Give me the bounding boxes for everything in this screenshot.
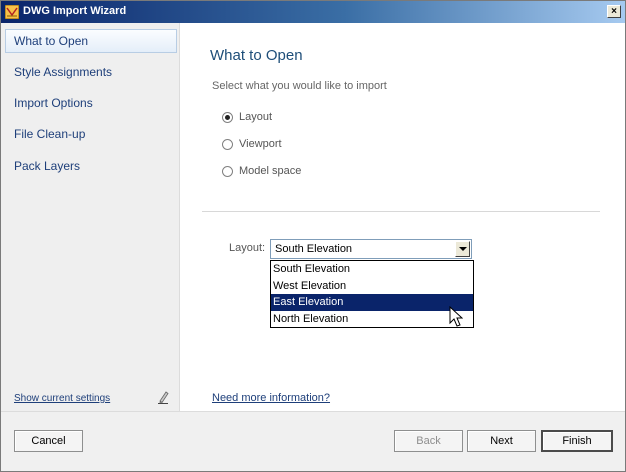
radio-button[interactable] [222,112,233,123]
title-bar[interactable]: DWG Import Wizard × [1,1,625,23]
radio-label: Viewport [239,138,282,150]
sidebar-item-label: Style Assignments [14,65,113,79]
need-more-information-link[interactable]: Need more information? [212,392,330,404]
sidebar-item-what-to-open[interactable]: What to Open [5,29,177,53]
dropdown-option-south-elevation[interactable]: South Elevation [271,261,473,278]
chevron-down-icon[interactable] [455,241,470,257]
sidebar-item-file-clean-up[interactable]: File Clean-up [5,122,177,146]
sidebar-item-pack-layers[interactable]: Pack Layers [5,154,177,178]
back-button[interactable]: Back [394,430,463,452]
import-wizard-window: DWG Import Wizard × What to Open Style A… [0,0,626,472]
radio-label: Model space [239,165,302,177]
dropdown-option-east-elevation[interactable]: East Elevation [271,294,473,311]
sidebar-item-style-assignments[interactable]: Style Assignments [5,60,177,84]
wizard-content: What to Open Select what you would like … [180,23,625,411]
page-title: What to Open [210,47,303,64]
layout-field-label: Layout: [229,242,266,254]
layout-select[interactable]: South Elevation [270,239,472,259]
show-current-settings-link[interactable]: Show current settings [14,393,110,404]
sidebar-item-label: What to Open [14,34,89,48]
next-button[interactable]: Next [467,430,536,452]
wizard-footer: Cancel Back Next Finish [1,411,625,471]
layout-dropdown-list: South Elevation West Elevation East Elev… [270,260,474,328]
sidebar-item-label: Pack Layers [14,159,81,173]
sidebar-item-import-options[interactable]: Import Options [5,91,177,115]
pen-icon[interactable] [157,390,169,404]
radio-label: Layout [239,111,273,123]
wizard-sidebar: What to Open Style Assignments Import Op… [1,23,180,411]
finish-button[interactable]: Finish [541,430,613,452]
radio-button[interactable] [222,139,233,150]
dropdown-option-west-elevation[interactable]: West Elevation [271,278,473,295]
close-icon: × [611,6,617,17]
sidebar-item-label: File Clean-up [14,127,86,141]
layout-select-value: South Elevation [275,243,353,255]
page-subtitle: Select what you would like to import [212,80,387,92]
sidebar-item-label: Import Options [14,96,93,110]
cancel-button[interactable]: Cancel [14,430,83,452]
close-button[interactable]: × [607,5,621,18]
separator [202,211,600,212]
radio-button[interactable] [222,166,233,177]
dwg-app-icon [5,5,19,19]
window-title: DWG Import Wizard [23,5,127,17]
mouse-pointer-icon [449,306,463,327]
dropdown-option-north-elevation[interactable]: North Elevation [271,311,473,328]
